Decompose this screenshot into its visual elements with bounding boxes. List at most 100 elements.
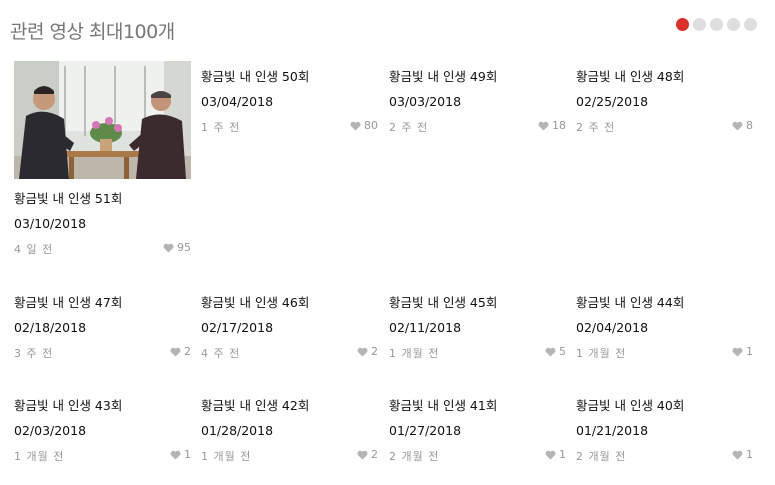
video-title[interactable]: 황금빛 내 인생 47회 <box>14 295 191 311</box>
video-date: 03/03/2018 <box>389 94 462 109</box>
like-count: 2 <box>357 345 378 358</box>
video-meta: 4 주 전 2 <box>201 345 378 360</box>
video-date: 02/17/2018 <box>201 320 274 335</box>
video-card[interactable]: 황금빛 내 인생 47회 02/18/2018 3 주 전 2 <box>14 295 191 360</box>
like-count: 2 <box>357 448 378 461</box>
page-dot-1[interactable] <box>676 18 689 31</box>
video-age: 1 개월 전 <box>576 347 627 360</box>
video-meta: 2 개월 전 1 <box>389 448 566 463</box>
like-count: 1 <box>732 345 753 358</box>
video-card[interactable]: 황금빛 내 인생 51회 03/10/2018 4 일 전 95 <box>14 61 191 256</box>
video-meta: 2 개월 전 1 <box>576 448 753 463</box>
video-date: 01/28/2018 <box>201 423 274 438</box>
video-card[interactable]: 황금빛 내 인생 48회 02/25/2018 2 주 전 8 <box>576 69 753 134</box>
video-meta: 1 개월 전 2 <box>201 448 378 463</box>
like-count-value: 1 <box>184 448 191 461</box>
like-count: 95 <box>163 241 191 254</box>
like-count-value: 18 <box>552 119 566 132</box>
like-count: 1 <box>170 448 191 461</box>
heart-icon <box>170 347 181 357</box>
pagination-dots <box>676 18 757 31</box>
like-count: 8 <box>732 119 753 132</box>
video-card[interactable]: 황금빛 내 인생 40회 01/21/2018 2 개월 전 1 <box>576 398 753 463</box>
heart-icon <box>732 121 743 131</box>
like-count: 1 <box>732 448 753 461</box>
heart-icon <box>538 121 549 131</box>
video-card[interactable]: 황금빛 내 인생 45회 02/11/2018 1 개월 전 5 <box>389 295 566 360</box>
video-title[interactable]: 황금빛 내 인생 43회 <box>14 398 191 414</box>
video-card[interactable]: 황금빛 내 인생 50회 03/04/2018 1 주 전 80 <box>201 69 378 134</box>
video-title[interactable]: 황금빛 내 인생 46회 <box>201 295 378 311</box>
video-meta: 3 주 전 2 <box>14 345 191 360</box>
page-dot-5[interactable] <box>744 18 757 31</box>
video-age: 2 주 전 <box>576 121 616 134</box>
thumbnail-image <box>14 61 191 179</box>
video-card[interactable]: 황금빛 내 인생 49회 03/03/2018 2 주 전 18 <box>389 69 566 134</box>
like-count: 1 <box>545 448 566 461</box>
video-meta: 4 일 전 95 <box>14 241 191 256</box>
heart-icon <box>357 347 368 357</box>
video-date: 02/11/2018 <box>389 320 462 335</box>
section-header: 관련 영상 최대100개 <box>10 18 775 48</box>
video-date: 02/18/2018 <box>14 320 87 335</box>
like-count: 5 <box>545 345 566 358</box>
video-meta: 2 주 전 18 <box>389 119 566 134</box>
video-title[interactable]: 황금빛 내 인생 45회 <box>389 295 566 311</box>
video-title[interactable]: 황금빛 내 인생 48회 <box>576 69 753 85</box>
video-title[interactable]: 황금빛 내 인생 44회 <box>576 295 753 311</box>
video-meta: 2 주 전 8 <box>576 119 753 134</box>
video-card[interactable]: 황금빛 내 인생 44회 02/04/2018 1 개월 전 1 <box>576 295 753 360</box>
like-count-value: 2 <box>371 345 378 358</box>
video-title[interactable]: 황금빛 내 인생 51회 <box>14 191 191 207</box>
video-card[interactable]: 황금빛 내 인생 42회 01/28/2018 1 개월 전 2 <box>201 398 378 463</box>
video-card[interactable]: 황금빛 내 인생 41회 01/27/2018 2 개월 전 1 <box>389 398 566 463</box>
heart-icon <box>545 450 556 460</box>
video-age: 2 주 전 <box>389 121 429 134</box>
like-count-value: 1 <box>746 345 753 358</box>
video-date: 02/25/2018 <box>576 94 649 109</box>
video-title[interactable]: 황금빛 내 인생 50회 <box>201 69 378 85</box>
heart-icon <box>545 347 556 357</box>
page-dot-2[interactable] <box>693 18 706 31</box>
video-age: 1 개월 전 <box>14 450 65 463</box>
video-date: 01/21/2018 <box>576 423 649 438</box>
video-card[interactable]: 황금빛 내 인생 43회 02/03/2018 1 개월 전 1 <box>14 398 191 463</box>
video-age: 1 개월 전 <box>389 347 440 360</box>
video-thumbnail[interactable] <box>14 61 191 179</box>
video-title[interactable]: 황금빛 내 인생 40회 <box>576 398 753 414</box>
section-title: 관련 영상 최대100개 <box>10 21 175 43</box>
video-title[interactable]: 황금빛 내 인생 42회 <box>201 398 378 414</box>
heart-icon <box>170 450 181 460</box>
video-age: 1 주 전 <box>201 121 241 134</box>
page-dot-3[interactable] <box>710 18 723 31</box>
page-dot-4[interactable] <box>727 18 740 31</box>
heart-icon <box>732 450 743 460</box>
like-count-value: 1 <box>559 448 566 461</box>
like-count-value: 2 <box>184 345 191 358</box>
video-card[interactable]: 황금빛 내 인생 46회 02/17/2018 4 주 전 2 <box>201 295 378 360</box>
like-count: 2 <box>170 345 191 358</box>
video-date: 03/04/2018 <box>201 94 274 109</box>
video-date: 02/03/2018 <box>14 423 87 438</box>
like-count-value: 8 <box>746 119 753 132</box>
video-age: 2 개월 전 <box>389 450 440 463</box>
video-date: 01/27/2018 <box>389 423 462 438</box>
video-title[interactable]: 황금빛 내 인생 49회 <box>389 69 566 85</box>
video-title[interactable]: 황금빛 내 인생 41회 <box>389 398 566 414</box>
video-date: 02/04/2018 <box>576 320 649 335</box>
like-count: 18 <box>538 119 566 132</box>
video-meta: 1 개월 전 1 <box>576 345 753 360</box>
like-count: 80 <box>350 119 378 132</box>
video-age: 1 개월 전 <box>201 450 252 463</box>
video-age: 3 주 전 <box>14 347 54 360</box>
video-age: 4 일 전 <box>14 243 54 256</box>
like-count-value: 1 <box>746 448 753 461</box>
video-meta: 1 개월 전 5 <box>389 345 566 360</box>
heart-icon <box>732 347 743 357</box>
video-age: 2 개월 전 <box>576 450 627 463</box>
video-date: 03/10/2018 <box>14 216 87 231</box>
like-count-value: 5 <box>559 345 566 358</box>
heart-icon <box>163 243 174 253</box>
heart-icon <box>350 121 361 131</box>
like-count-value: 80 <box>364 119 378 132</box>
